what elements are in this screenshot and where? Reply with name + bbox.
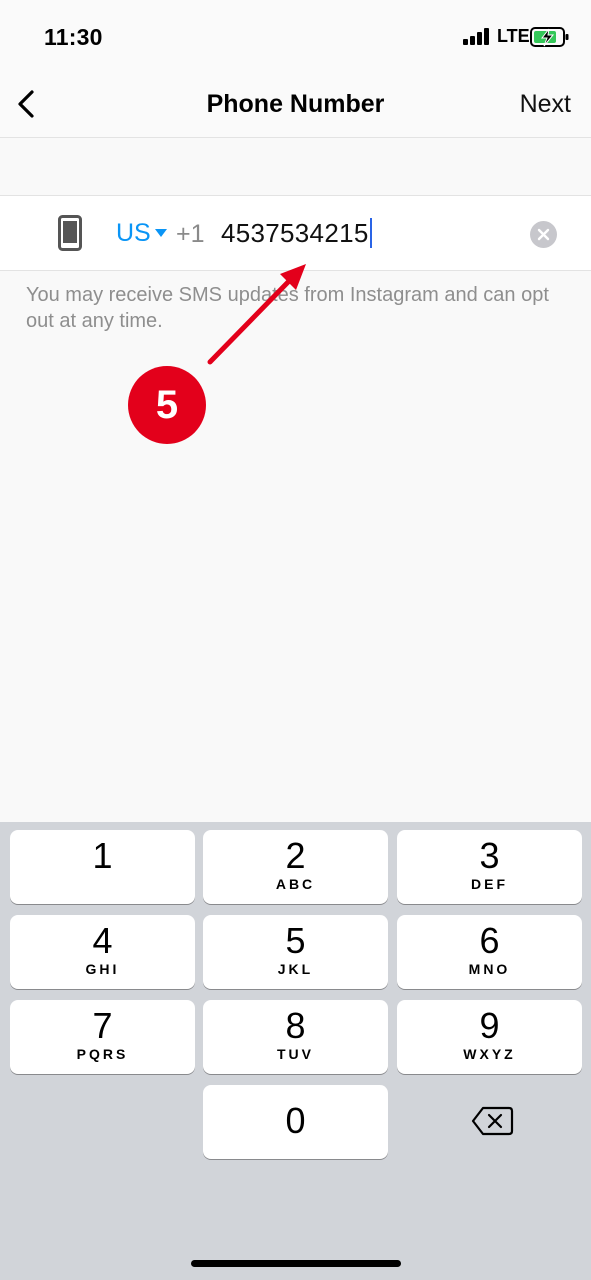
key-number: 3 — [479, 835, 500, 876]
key-letters: ABC — [275, 876, 316, 892]
network-type: LTE — [497, 26, 530, 46]
key-0[interactable]: 0 — [203, 1085, 388, 1159]
key-number: 1 — [92, 835, 113, 876]
key-letters: JKL — [277, 961, 314, 977]
key-5[interactable]: 5 JKL — [203, 915, 388, 989]
sms-disclaimer: You may receive SMS updates from Instagr… — [26, 284, 549, 332]
page-title: Phone Number — [206, 90, 385, 118]
key-7[interactable]: 7 PQRS — [10, 1000, 195, 1074]
phone-input-row: US +1 4537534215 — [0, 195, 591, 271]
key-number: 7 — [92, 1005, 113, 1046]
status-time: 11:30 — [44, 24, 103, 50]
key-letters: WXYZ — [463, 1046, 516, 1062]
text-cursor — [369, 218, 372, 248]
key-number: 8 — [285, 1005, 306, 1046]
backspace-button[interactable] — [397, 1084, 582, 1158]
key-number: 4 — [92, 920, 113, 961]
status-bar: 11:30 LTE — [0, 0, 591, 72]
key-letters: DEF — [471, 876, 508, 892]
country-selector[interactable]: US — [116, 218, 167, 248]
key-3[interactable]: 3 DEF — [397, 830, 582, 904]
backspace-icon — [471, 1106, 514, 1136]
step-number-badge: 5 — [128, 366, 206, 444]
key-letters: GHI — [85, 961, 120, 977]
battery-charging-icon — [530, 27, 569, 47]
key-1[interactable]: 1 — [10, 830, 195, 904]
dial-code: +1 — [176, 220, 205, 248]
key-number: 2 — [285, 835, 306, 876]
caret-down-icon — [154, 229, 167, 237]
key-number: 0 — [285, 1100, 306, 1141]
phone-number-value: 4537534215 — [221, 217, 369, 248]
home-indicator — [191, 1260, 401, 1267]
key-8[interactable]: 8 TUV — [203, 1000, 388, 1074]
next-button[interactable]: Next — [520, 90, 571, 119]
key-2[interactable]: 2 ABC — [203, 830, 388, 904]
key-letters: TUV — [277, 1046, 314, 1062]
smartphone-icon — [58, 215, 82, 251]
country-code: US — [116, 218, 151, 247]
key-number: 5 — [285, 920, 306, 961]
key-number: 9 — [479, 1005, 500, 1046]
key-letters: PQRS — [76, 1046, 129, 1062]
key-number: 6 — [479, 920, 500, 961]
key-9[interactable]: 9 WXYZ — [397, 1000, 582, 1074]
clear-button[interactable] — [530, 221, 557, 248]
signal-bars-icon — [463, 28, 493, 45]
numeric-keyboard: 1 2 ABC 3 DEF 4 GHI 5 JKL 6 MNO 7 PQRS 8… — [0, 822, 591, 1280]
phone-number-input[interactable]: 4537534215 — [221, 218, 372, 248]
key-letters: MNO — [468, 961, 511, 977]
key-4[interactable]: 4 GHI — [10, 915, 195, 989]
key-6[interactable]: 6 MNO — [397, 915, 582, 989]
nav-bar: Phone Number Next — [0, 72, 591, 138]
clear-x-icon — [537, 228, 550, 241]
